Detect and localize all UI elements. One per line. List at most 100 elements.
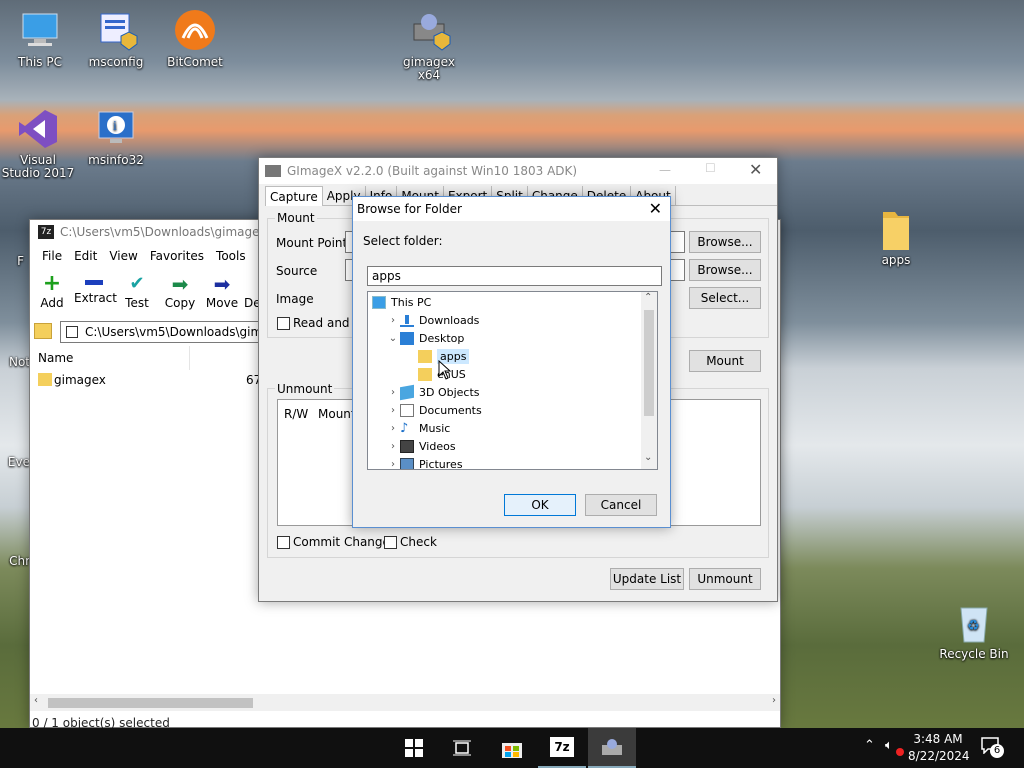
minimize-icon[interactable]: — (659, 163, 671, 177)
tray-chevron-icon[interactable]: ⌃ (864, 738, 875, 753)
close-icon[interactable]: ✕ (749, 160, 762, 179)
window-title: GImageX v2.2.0 (Built against Win10 1803… (287, 164, 578, 178)
gimagex-taskbar-button[interactable] (588, 728, 636, 768)
menu-item-view[interactable]: View (103, 247, 143, 267)
task-view-button[interactable] (438, 728, 486, 768)
sevenzip-icon: 7z (550, 737, 574, 757)
desktop-icon-partial[interactable]: Eve (0, 456, 30, 469)
chevron-right-icon[interactable]: › (386, 405, 400, 416)
extract-button[interactable]: Extract (74, 272, 117, 305)
sevenzip-taskbar-button[interactable]: 7z (538, 728, 586, 768)
folder-icon (418, 349, 432, 363)
select-folder-label: Select folder: (363, 234, 443, 248)
tree-item-pictures[interactable]: › Pictures (368, 455, 638, 470)
chevron-right-icon[interactable]: › (386, 315, 400, 326)
dialog-title: Browse for Folder (357, 202, 462, 216)
start-button[interactable] (390, 728, 438, 768)
commit-changes-checkbox[interactable]: Commit Changes (277, 535, 396, 549)
pc-icon (372, 295, 386, 309)
toolbar-label: Copy (164, 296, 196, 310)
maximize-icon[interactable]: ☐ (705, 161, 716, 175)
desktop-icon-gimagex[interactable]: gimagex x64 (391, 8, 467, 82)
menu-item-tools[interactable]: Tools (210, 247, 252, 267)
browse-source-button[interactable]: Browse... (689, 259, 761, 281)
chevron-right-icon[interactable]: › (386, 441, 400, 452)
desktop-icon-msinfo32[interactable]: i msinfo32 (78, 106, 154, 167)
tree-item-downloads[interactable]: › Downloads (368, 311, 638, 329)
volume-muted-icon[interactable]: 🔈︎ (885, 738, 893, 753)
desktop-icon-msconfig[interactable]: msconfig (78, 8, 154, 69)
scroll-right-icon[interactable]: › (772, 695, 776, 706)
scroll-thumb[interactable] (48, 698, 253, 708)
desktop-icon-label: msinfo32 (88, 153, 144, 167)
desktop-icon-visual-studio[interactable]: Visual Studio 2017 (0, 106, 76, 180)
scroll-thumb[interactable] (644, 310, 654, 416)
notification-center-button[interactable]: 6 (980, 736, 1008, 760)
desktop-icon-label: Eve (7, 455, 30, 469)
chevron-right-icon[interactable]: › (386, 423, 400, 434)
address-input[interactable]: C:\Users\vm5\Downloads\gimag (60, 321, 260, 343)
desktop-icon-partial[interactable]: F (0, 255, 24, 268)
table-row[interactable]: gimagex 67 (30, 370, 261, 390)
close-icon[interactable]: ✕ (649, 199, 662, 218)
check-checkbox[interactable]: Check (384, 535, 437, 549)
tree-item-label: Pictures (419, 457, 463, 470)
unmount-button[interactable]: Unmount (689, 568, 761, 590)
select-button[interactable]: Select... (689, 287, 761, 309)
gimagex-titlebar[interactable]: GImageX v2.2.0 (Built against Win10 1803… (259, 158, 777, 184)
menu-item-file[interactable]: File (36, 247, 68, 267)
update-list-button[interactable]: Update List (610, 568, 684, 590)
tree-item-desktop[interactable]: ⌄ Desktop (368, 329, 638, 347)
chevron-right-icon[interactable]: › (386, 387, 400, 398)
clock-time: 3:48 AM (913, 732, 963, 746)
clock[interactable]: 3:48 AM 8/22/2024 (908, 731, 970, 765)
desktop-icon (400, 331, 414, 345)
ok-button[interactable]: OK (504, 494, 576, 516)
tree-item-label: Downloads (419, 313, 480, 327)
scroll-up-icon[interactable]: ⌃ (644, 292, 652, 303)
tab-capture[interactable]: Capture (265, 186, 323, 206)
chevron-right-icon[interactable]: › (386, 459, 400, 470)
desktop-icon-bitcomet[interactable]: BitComet (157, 8, 233, 69)
column-header-name[interactable]: Name (30, 346, 190, 370)
tree-item-enus[interactable]: enUS (368, 365, 638, 383)
test-button[interactable]: ✔ Test (120, 272, 154, 310)
menu-item-favorites[interactable]: Favorites (144, 247, 210, 267)
checkbox-box (277, 535, 290, 549)
tree-item-documents[interactable]: › Documents (368, 401, 638, 419)
unmount-group-label: Unmount (275, 382, 335, 396)
folder-tree[interactable]: This PC › Downloads ⌄ Desktop apps enUS › 3D Obj… (367, 291, 658, 470)
dialog-titlebar[interactable]: Browse for Folder ✕ (353, 197, 670, 221)
toolbar-label: Move (205, 296, 239, 310)
mount-button[interactable]: Mount (689, 350, 761, 372)
desktop-icon-this-pc[interactable]: This PC (2, 8, 78, 69)
file-name: gimagex (54, 373, 106, 387)
desktop-icon-partial[interactable]: Chr (0, 555, 30, 568)
tree-item-this-pc[interactable]: This PC (368, 293, 638, 311)
menu-item-edit[interactable]: Edit (68, 247, 103, 267)
horizontal-scrollbar[interactable]: ‹ › (30, 694, 780, 711)
tree-rows: This PC › Downloads ⌄ Desktop apps enUS › 3D Obj… (368, 293, 642, 470)
desktop-icon-partial[interactable]: Not (0, 356, 30, 369)
folder-name-input[interactable]: apps (367, 266, 662, 286)
desktop-icon-apps[interactable]: apps (858, 206, 934, 267)
browse-mount-point-button[interactable]: Browse... (689, 231, 761, 253)
scroll-down-icon[interactable]: ⌄ (644, 452, 652, 463)
cancel-button[interactable]: Cancel (585, 494, 657, 516)
move-button[interactable]: ➡ Move (204, 272, 240, 310)
copy-button[interactable]: ➡ Copy (162, 272, 198, 310)
up-folder-icon[interactable] (34, 323, 52, 339)
tree-item-label: Documents (419, 403, 482, 417)
chevron-down-icon[interactable]: ⌄ (386, 333, 400, 344)
add-button[interactable]: + Add (34, 272, 70, 311)
store-button[interactable] (488, 728, 536, 768)
column-header-rw[interactable]: R/W (284, 407, 308, 421)
tree-item-3d-objects[interactable]: › 3D Objects (368, 383, 638, 401)
tree-item-videos[interactable]: › Videos (368, 437, 638, 455)
scroll-left-icon[interactable]: ‹ (34, 695, 38, 706)
tree-item-music[interactable]: › ♪ Music (368, 419, 638, 437)
desktop-icon-recycle-bin[interactable]: ♻ Recycle Bin (936, 600, 1012, 661)
source-label: Source (276, 264, 318, 278)
tree-item-apps[interactable]: apps (368, 347, 638, 365)
tree-scrollbar[interactable]: ⌃ ⌄ (641, 292, 657, 469)
